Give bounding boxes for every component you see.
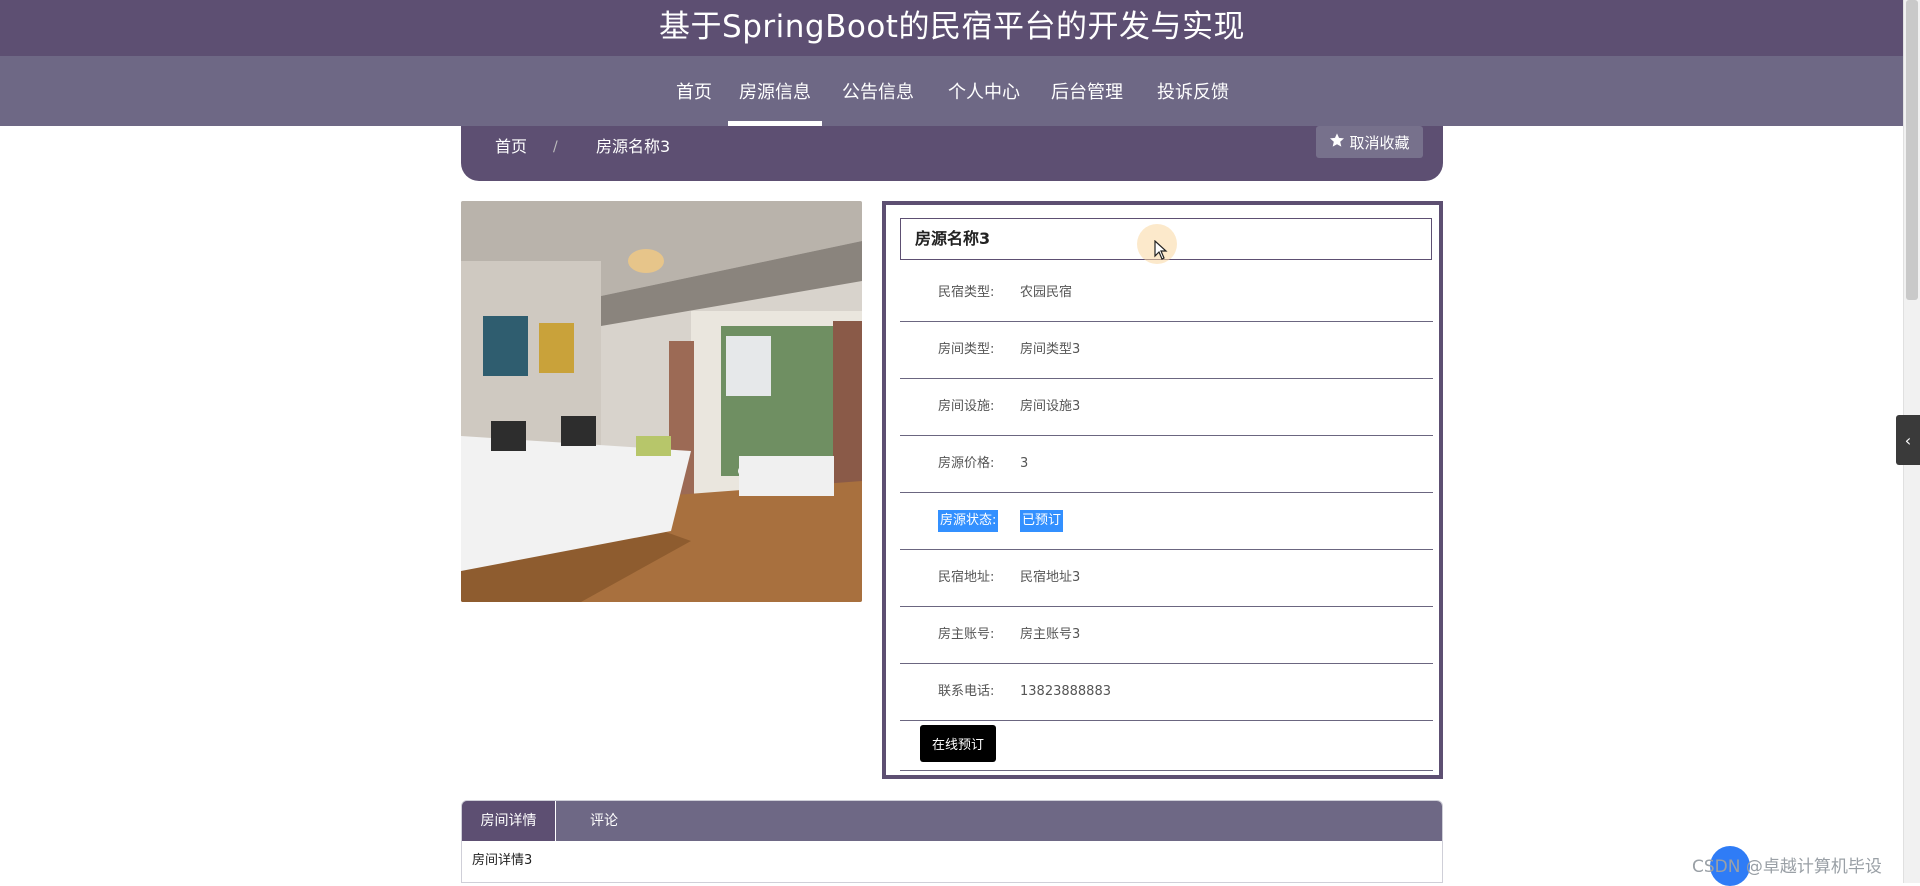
breadcrumb-home[interactable]: 首页 [495,132,527,162]
detail-label: 房源价格: [938,456,995,471]
nav-item-feedback[interactable]: 投诉反馈 [1140,56,1246,126]
nav-item-notices[interactable]: 公告信息 [822,56,934,126]
room-photo [461,201,862,602]
detail-value: 3 [1020,456,1029,471]
status-value: 已预订 [1020,510,1064,532]
detail-label: 房间类型: [938,342,995,357]
breadcrumb-separator: / [553,139,558,155]
room-detail-panel: 房源名称3 民宿类型: 农园民宿 房间类型: 房间类型3 房间设施: 房间设施3… [882,201,1443,779]
main-nav: 首页 房源信息 公告信息 个人中心 后台管理 投诉反馈 [0,56,1904,126]
nav-item-listings[interactable]: 房源信息 [728,56,822,126]
nav-item-admin[interactable]: 后台管理 [1034,56,1140,126]
detail-label: 民宿地址: [938,570,995,585]
detail-row: 房源状态: 已预订 [900,492,1433,550]
watermark: CSDN @卓越计算机毕设 [1692,857,1882,877]
detail-label: 联系电话: [938,684,995,699]
detail-value: 房间设施3 [1020,399,1081,414]
unfavorite-button[interactable]: 取消收藏 [1316,126,1423,158]
detail-label: 房主账号: [938,627,995,642]
breadcrumb: 首页 / 房源名称3 取消收藏 [461,126,1443,181]
detail-row: 联系电话: 13823888883 [900,663,1433,721]
breadcrumb-current: 房源名称3 [596,137,671,156]
booking-row: 在线预订 [900,715,1433,771]
tab-comments[interactable]: 评论 [556,801,652,841]
detail-row: 房间设施: 房间设施3 [900,378,1433,436]
detail-value: 房主账号3 [1020,627,1081,642]
detail-row: 房源价格: 3 [900,435,1433,493]
site-title: 基于SpringBoot的民宿平台的开发与实现 [659,8,1245,45]
nav-item-home[interactable]: 首页 [660,56,728,126]
star-icon [1329,132,1345,152]
tab-room-details[interactable]: 房间详情 [462,801,556,841]
tabs-header: 房间详情 评论 [462,801,1442,841]
detail-value: 农园民宿 [1020,285,1073,300]
room-tabs: 房间详情 评论 房间详情3 [461,800,1443,883]
detail-value: 民宿地址3 [1020,570,1081,585]
nav-item-profile[interactable]: 个人中心 [934,56,1034,126]
site-header: 基于SpringBoot的民宿平台的开发与实现 [0,0,1904,56]
detail-row: 房主账号: 房主账号3 [900,606,1433,664]
detail-row: 民宿类型: 农园民宿 [900,264,1433,322]
detail-row: 民宿地址: 民宿地址3 [900,549,1433,607]
detail-label: 房间设施: [938,399,995,414]
detail-value: 房间类型3 [1020,342,1081,357]
scrollbar-thumb[interactable] [1906,0,1918,300]
chevron-left-icon[interactable]: ‹ [1896,415,1920,465]
tab-content: 房间详情3 [472,853,533,868]
unfavorite-label: 取消收藏 [1349,133,1410,152]
mouse-cursor-icon [1154,239,1168,264]
detail-row: 房间类型: 房间类型3 [900,321,1433,379]
detail-label: 房源状态: [938,510,999,532]
detail-value: 13823888883 [1020,684,1111,699]
detail-label: 民宿类型: [938,285,995,300]
book-online-button[interactable]: 在线预订 [920,725,996,762]
